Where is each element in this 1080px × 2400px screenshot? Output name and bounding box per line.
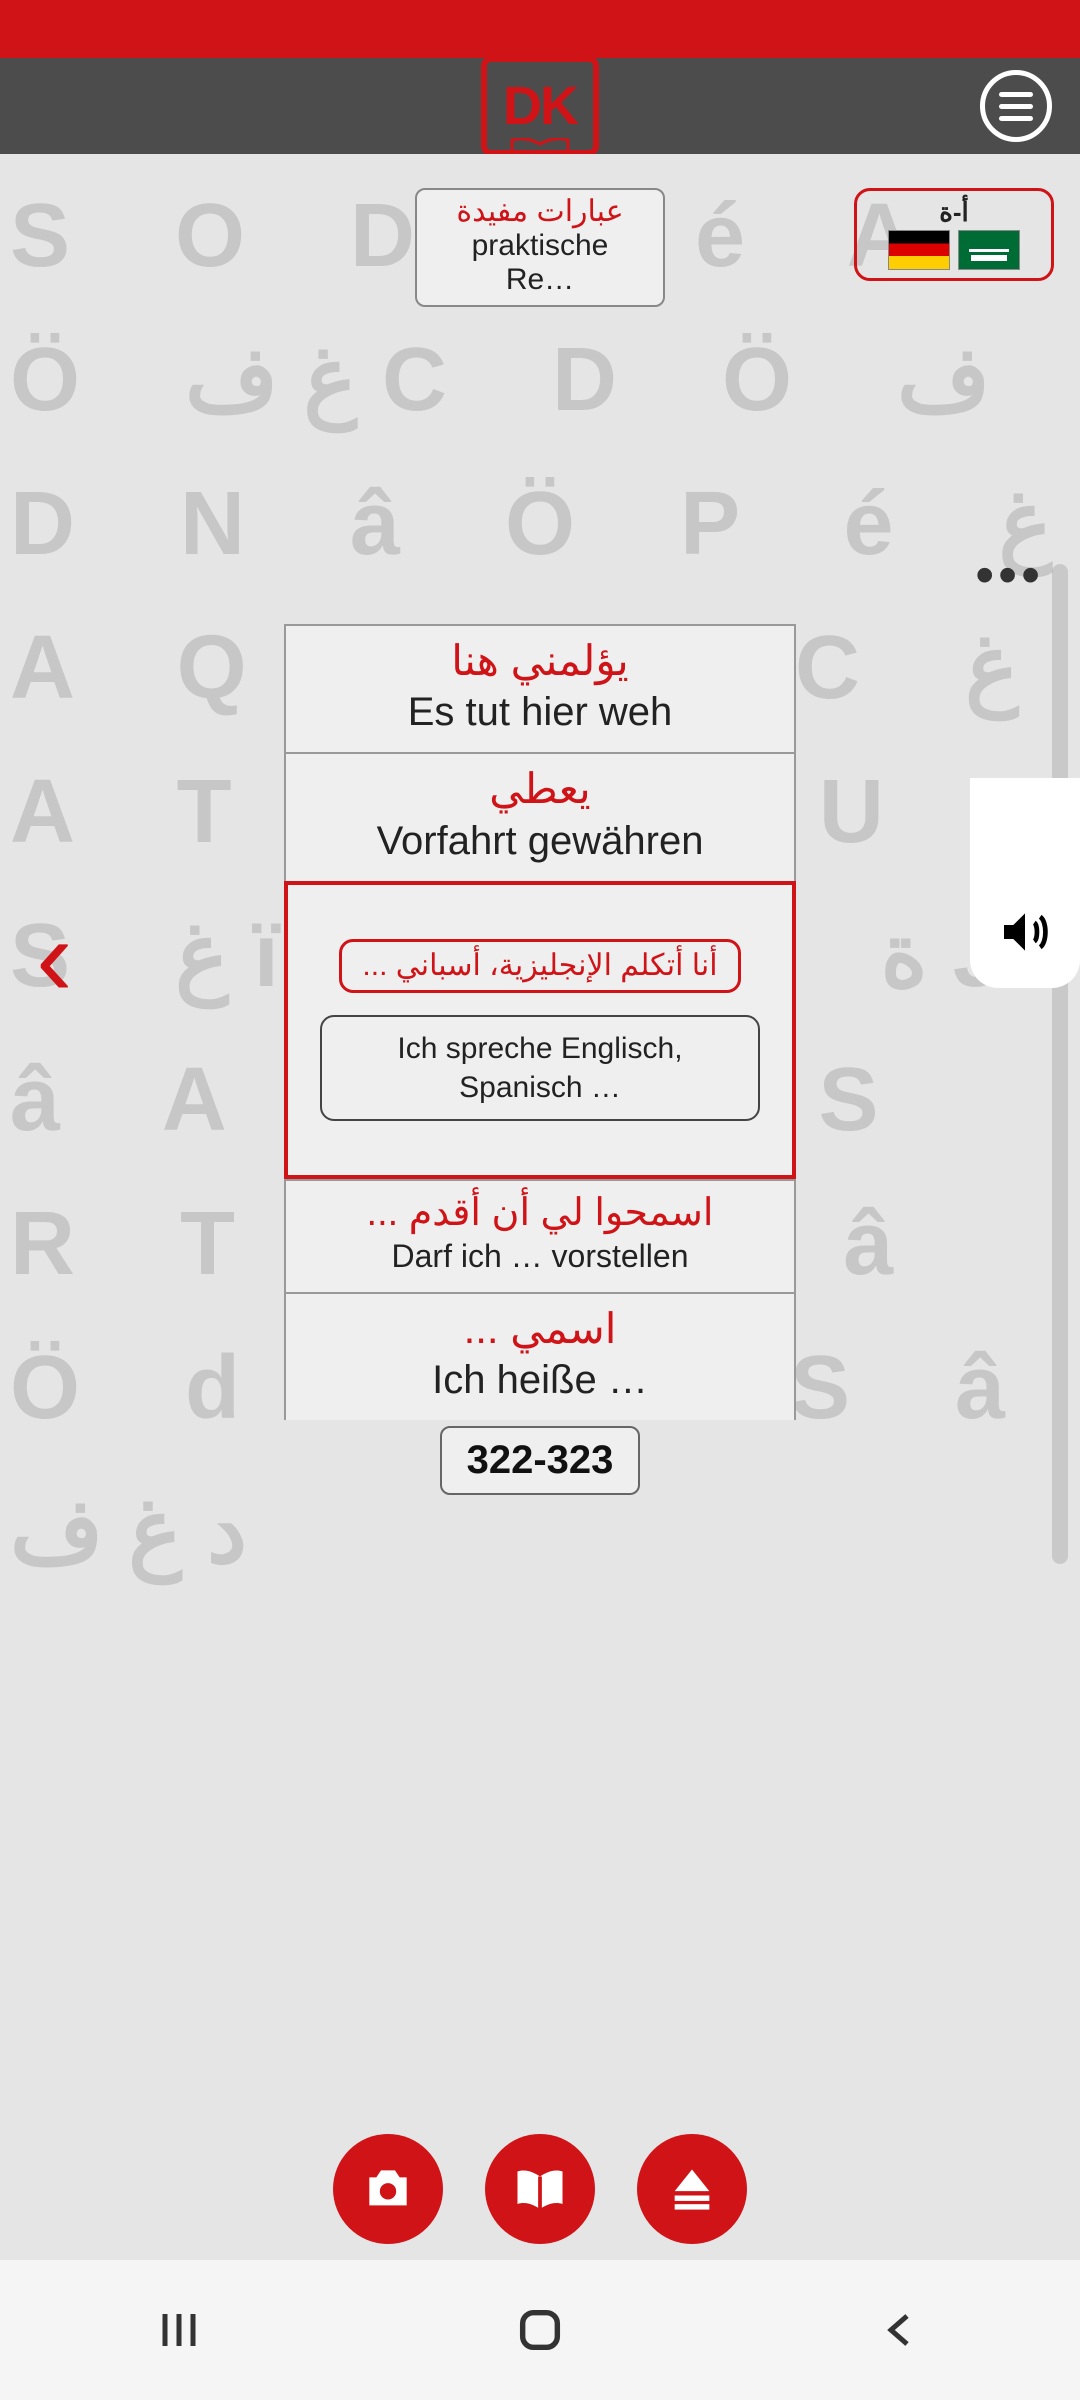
speaker-icon xyxy=(997,904,1053,960)
phrase-de: Vorfahrt gewähren xyxy=(294,815,786,867)
recents-button[interactable] xyxy=(155,2306,203,2354)
camera-icon xyxy=(360,2161,416,2217)
phrase-de: Darf ich … vorstellen xyxy=(294,1236,786,1278)
bottom-action-bar xyxy=(333,2134,747,2244)
flag-saudi-icon xyxy=(958,230,1020,270)
category-pill[interactable]: عبارات مفيدة praktische Re… xyxy=(415,188,665,307)
phrase-card[interactable]: يؤلمني هنا Es tut hier weh xyxy=(284,624,796,752)
category-label-ar: عبارات مفيدة xyxy=(435,194,645,229)
overflow-menu-button[interactable]: ••• xyxy=(975,544,1044,606)
phrase-card[interactable]: ... اسمحوا لي أن أقدم Darf ich … vorstel… xyxy=(284,1179,796,1292)
flag-germany-icon xyxy=(888,230,950,270)
category-label-de: praktische Re… xyxy=(435,229,645,297)
eject-icon xyxy=(666,2163,718,2215)
logo-text: DK xyxy=(503,75,577,137)
phrase-de: Es tut hier weh xyxy=(294,686,786,738)
status-bar xyxy=(0,0,1080,58)
camera-button[interactable] xyxy=(333,2134,443,2244)
phrase-ar: ... اسمي xyxy=(294,1304,786,1354)
phrase-ar: يؤلمني هنا xyxy=(294,636,786,686)
card-stack: يؤلمني هنا Es tut hier weh يعطي Vorfahrt… xyxy=(284,624,796,1495)
phrase-card[interactable]: يعطي Vorfahrt gewähren xyxy=(284,752,796,880)
phrase-card-selected[interactable]: ... أنا أتكلم الإنجليزية، أسباني Ich spr… xyxy=(284,881,796,1179)
back-button[interactable] xyxy=(877,2306,925,2354)
phrase-ar: يعطي xyxy=(294,764,786,814)
menu-button[interactable] xyxy=(980,70,1052,142)
previous-button[interactable]: ‹ xyxy=(36,894,73,1021)
main-content: S O D Ö é A Ö غ ف C D Ö ف D N â Ö P é غ … xyxy=(0,154,1080,2260)
home-button[interactable] xyxy=(514,2304,566,2356)
page-range-indicator[interactable]: 322-323 xyxy=(440,1426,640,1495)
phrase-card[interactable]: ... اسمي Ich heiße … xyxy=(284,1292,796,1420)
system-nav-bar xyxy=(0,2260,1080,2400)
phrase-ar: ... أنا أتكلم الإنجليزية، أسباني xyxy=(362,948,717,984)
open-book-icon xyxy=(510,2159,570,2219)
app-header: DK xyxy=(0,58,1080,154)
audio-play-button[interactable] xyxy=(970,778,1080,988)
selected-de-box: Ich spreche Englisch, Spanisch … xyxy=(320,1015,760,1121)
phrase-de: Ich heiße … xyxy=(294,1354,786,1406)
phrase-de: Ich spreche Englisch, Spanisch … xyxy=(342,1029,738,1107)
eject-button[interactable] xyxy=(637,2134,747,2244)
selected-ar-box: ... أنا أتكلم الإنجليزية، أسباني xyxy=(339,939,740,993)
phrase-ar: ... اسمحوا لي أن أقدم xyxy=(294,1191,786,1237)
dictionary-button[interactable] xyxy=(485,2134,595,2244)
language-selector[interactable]: أ-ة xyxy=(854,188,1054,281)
app-logo: DK xyxy=(481,56,599,156)
alphabet-range-label: أ-ة xyxy=(871,197,1037,228)
scrollbar-track[interactable] xyxy=(1052,564,1068,1564)
